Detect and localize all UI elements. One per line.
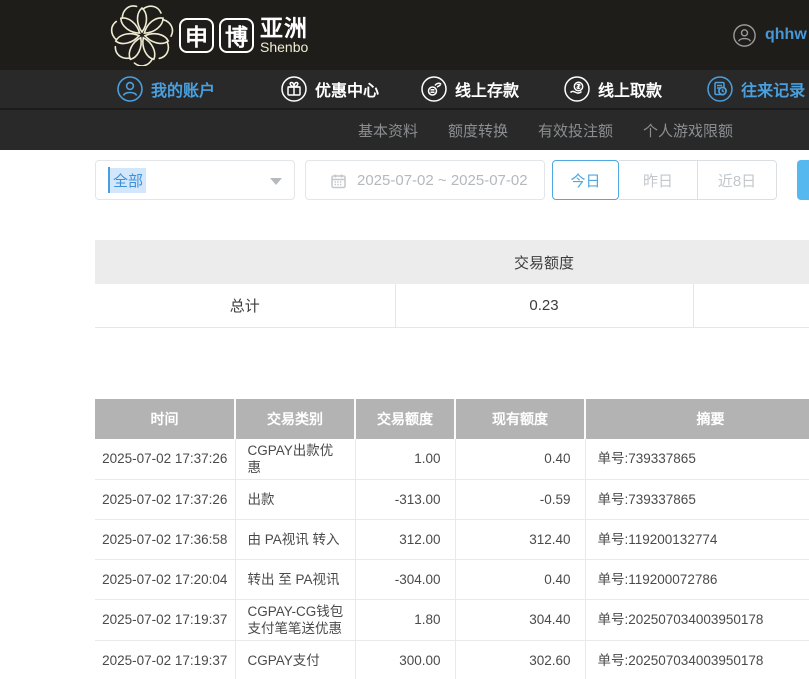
tx-type: CGPAY-CG钱包支付笔笔送优惠 <box>235 599 355 640</box>
tx-summary: 单号:119200072786 <box>585 559 809 599</box>
tx-summary: 单号:202507034003950178 <box>585 599 809 640</box>
summary-header-spacer <box>95 240 395 284</box>
tx-time: 2025-07-02 17:19:37 <box>95 640 235 679</box>
nav-item-my-account[interactable]: 我的账户 <box>117 76 215 102</box>
summary-table: 交易额度 总计 0.23 <box>95 240 809 328</box>
subnav-item-valid-bets[interactable]: 有效投注额 <box>538 120 613 141</box>
nav-item-online-deposit[interactable]: 线上存款 <box>421 76 519 102</box>
tx-balance: 0.40 <box>455 439 585 480</box>
filter-row: 全部 2025-07-02 ~ 2025-07-02 今日 昨日 近8日 <box>95 160 809 200</box>
deposit-hand-icon <box>421 76 447 102</box>
subnav-item-basic-info[interactable]: 基本资料 <box>358 120 418 141</box>
table-row: 2025-07-02 17:37:26 CGPAY出款优惠 1.00 0.40 … <box>95 439 809 480</box>
tx-amount: 312.00 <box>355 519 455 559</box>
nav-item-promo-center[interactable]: 优惠中心 <box>281 76 379 102</box>
summary-total-value: 0.23 <box>395 284 693 327</box>
tx-balance: 304.40 <box>455 599 585 640</box>
summary-header-amount: 交易额度 <box>395 240 693 284</box>
tx-summary: 单号:739337865 <box>585 479 809 519</box>
main-nav: 我的账户 优惠中心 线上存款 线上取款 往来记录 <box>0 70 809 110</box>
tx-amount: 1.80 <box>355 599 455 640</box>
withdraw-hand-icon <box>564 76 590 102</box>
tx-summary: 单号:202507034003950178 <box>585 640 809 679</box>
tx-balance: 312.40 <box>455 519 585 559</box>
avatar-icon <box>733 24 756 47</box>
tx-balance: 0.40 <box>455 559 585 599</box>
table-row: 2025-07-02 17:37:26 出款 -313.00 -0.59 单号:… <box>95 479 809 519</box>
tx-amount: 1.00 <box>355 439 455 480</box>
summary-total-label: 总计 <box>95 284 395 327</box>
tx-type: CGPAY支付 <box>235 640 355 679</box>
nav-label: 我的账户 <box>151 77 215 101</box>
transactions-table: 时间 交易类别 交易额度 现有额度 摘要 2025-07-02 17:37:26… <box>95 399 809 679</box>
today-button[interactable]: 今日 <box>552 160 619 200</box>
search-button[interactable] <box>797 160 809 200</box>
subnav-item-personal-game-limit[interactable]: 个人游戏限额 <box>643 120 733 141</box>
col-header-type: 交易类别 <box>235 399 355 439</box>
nav-label: 优惠中心 <box>315 77 379 101</box>
tx-type: CGPAY出款优惠 <box>235 439 355 480</box>
last-8-days-button[interactable]: 近8日 <box>698 160 777 200</box>
tx-amount: -313.00 <box>355 479 455 519</box>
brand-logo[interactable]: 申 博 亚洲 Shenbo <box>110 4 308 66</box>
calendar-icon <box>330 172 347 189</box>
top-header: 申 博 亚洲 Shenbo qhhw <box>0 0 809 70</box>
sub-nav: 基本资料 额度转换 有效投注额 个人游戏限额 <box>0 110 809 150</box>
nav-item-online-withdrawal[interactable]: 线上取款 <box>564 76 662 102</box>
records-clipboard-icon <box>707 76 733 102</box>
tx-amount: 300.00 <box>355 640 455 679</box>
tx-time: 2025-07-02 17:36:58 <box>95 519 235 559</box>
tx-type: 转出 至 PA视讯 <box>235 559 355 599</box>
brand-region: 亚洲 <box>260 16 308 40</box>
nav-label: 往来记录 <box>741 77 805 101</box>
transactions-header-row: 时间 交易类别 交易额度 现有额度 摘要 <box>95 399 809 439</box>
brand-wordmark: 亚洲 Shenbo <box>260 16 308 55</box>
nav-label: 线上取款 <box>598 77 662 101</box>
date-range-value: 2025-07-02 ~ 2025-07-02 <box>357 172 528 189</box>
person-icon <box>117 76 143 102</box>
tx-time: 2025-07-02 17:20:04 <box>95 559 235 599</box>
tx-type: 由 PA视讯 转入 <box>235 519 355 559</box>
gift-icon <box>281 76 307 102</box>
tx-summary: 单号:119200132774 <box>585 519 809 559</box>
tx-type: 出款 <box>235 479 355 519</box>
transaction-type-select[interactable]: 全部 <box>95 160 295 200</box>
flower-logo-icon <box>110 4 174 66</box>
tx-balance: -0.59 <box>455 479 585 519</box>
tx-time: 2025-07-02 17:19:37 <box>95 599 235 640</box>
subnav-item-credit-transfer[interactable]: 额度转换 <box>448 120 508 141</box>
quick-date-buttons: 今日 昨日 近8日 <box>552 160 777 200</box>
brand-latin: Shenbo <box>260 40 308 55</box>
table-row: 2025-07-02 17:19:37 CGPAY支付 300.00 302.6… <box>95 640 809 679</box>
nav-item-transaction-records[interactable]: 往来记录 <box>707 76 805 102</box>
tx-time: 2025-07-02 17:37:26 <box>95 479 235 519</box>
brand-char-1: 申 <box>179 18 214 53</box>
date-range-input[interactable]: 2025-07-02 ~ 2025-07-02 <box>305 160 545 200</box>
selected-type-value: 全部 <box>110 168 146 193</box>
nav-label: 线上存款 <box>455 77 519 101</box>
tx-summary: 单号:739337865 <box>585 439 809 480</box>
user-account[interactable]: qhhw <box>733 0 807 70</box>
username: qhhw <box>765 26 807 44</box>
col-header-summary: 摘要 <box>585 399 809 439</box>
table-row: 2025-07-02 17:20:04 转出 至 PA视讯 -304.00 0.… <box>95 559 809 599</box>
summary-empty-cell <box>693 284 809 327</box>
yesterday-button[interactable]: 昨日 <box>619 160 698 200</box>
col-header-time: 时间 <box>95 399 235 439</box>
table-row: 2025-07-02 17:36:58 由 PA视讯 转入 312.00 312… <box>95 519 809 559</box>
tx-balance: 302.60 <box>455 640 585 679</box>
brand-char-2: 博 <box>219 18 254 53</box>
col-header-amount: 交易额度 <box>355 399 455 439</box>
chevron-down-icon <box>270 178 282 185</box>
tx-amount: -304.00 <box>355 559 455 599</box>
col-header-balance: 现有额度 <box>455 399 585 439</box>
table-row: 2025-07-02 17:19:37 CGPAY-CG钱包支付笔笔送优惠 1.… <box>95 599 809 640</box>
summary-header-spacer <box>693 240 809 284</box>
summary-total-row: 总计 0.23 <box>95 284 809 327</box>
summary-header-row: 交易额度 <box>95 240 809 284</box>
tx-time: 2025-07-02 17:37:26 <box>95 439 235 480</box>
